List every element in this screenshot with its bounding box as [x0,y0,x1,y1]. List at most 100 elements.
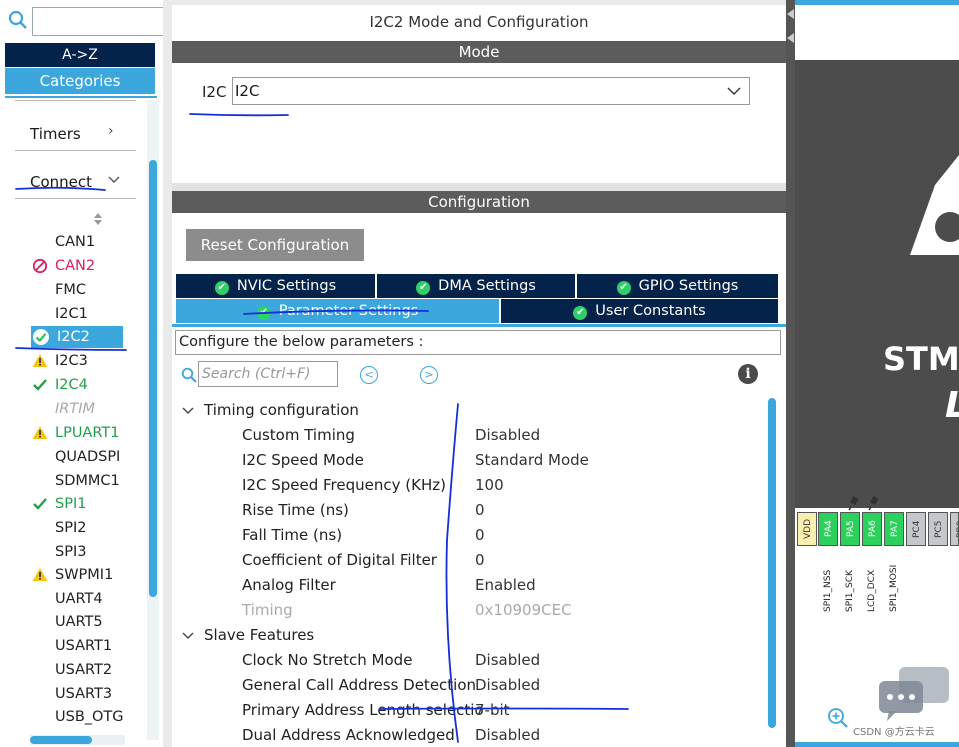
param-key: General Call Address Detection [242,676,477,694]
panel-splitter[interactable] [786,0,795,747]
warning-icon [32,426,48,439]
pin-pc5[interactable]: PC5 [928,512,948,546]
pin-pa6[interactable]: PA6 [862,512,882,546]
param-row[interactable]: Primary Address Length selectio 7-bit [172,698,772,723]
param-row[interactable]: Custom Timing Disabled [172,423,772,448]
peripheral-spi3[interactable]: SPI3 [55,541,86,563]
param-row[interactable]: Analog Filter Enabled [172,573,772,598]
param-value[interactable]: Disabled [475,423,540,448]
tree-hscroll-thumb[interactable] [30,736,92,744]
tab-label: User Constants [595,303,706,319]
section-timing-configuration[interactable]: Timing configuration [172,398,772,423]
peripheral-can2[interactable]: CAN2 [55,255,95,277]
peripheral-uart5[interactable]: UART5 [55,611,103,633]
search-icon[interactable] [181,367,197,383]
peripheral-can1[interactable]: CAN1 [55,231,95,253]
pin-pb0[interactable]: PB0 [950,512,959,546]
chevron-down-icon[interactable] [182,631,194,640]
watermark: CSDN @方云卡云 [853,727,935,738]
tab-gpio-settings[interactable]: ✔ GPIO Settings [577,274,778,298]
group-timers[interactable]: Timers [30,125,81,143]
param-value[interactable]: 7-bit [475,698,510,723]
peripheral-quadspi[interactable]: QUADSPI [55,446,120,468]
param-value[interactable]: Disabled [475,723,540,747]
param-row[interactable]: Coefficient of Digital Filter 0 [172,548,772,573]
param-row[interactable]: I2C Speed Mode Standard Mode [172,448,772,473]
bottom-accent [795,742,959,747]
param-value[interactable]: Enabled [475,573,536,598]
section-slave-features[interactable]: Slave Features [172,623,772,648]
param-value[interactable]: 0 [475,548,485,573]
previous-match-icon[interactable]: < [360,366,378,384]
peripheral-usb-otg[interactable]: USB_OTG [55,706,125,728]
tab-user-constants[interactable]: ✔ User Constants [501,299,778,323]
mode-configuration-panel: I2C2 Mode and Configuration Mode I2C I2C… [172,5,786,747]
sort-order-icon[interactable] [93,212,103,226]
param-row[interactable]: Clock No Stretch Mode Disabled [172,648,772,673]
categories-button[interactable]: Categories [5,68,155,94]
pin-vdd[interactable]: VDD [797,512,817,546]
param-row[interactable]: General Call Address Detection Disabled [172,673,772,698]
tab-dma-settings[interactable]: ✔ DMA Settings [377,274,575,298]
param-value[interactable]: 0 [475,523,485,548]
peripheral-lpuart1[interactable]: LPUART1 [55,422,119,444]
peripheral-spi1[interactable]: SPI1 [55,493,86,515]
info-icon[interactable]: i [738,364,758,384]
parameter-scrollbar-thumb[interactable] [768,398,776,728]
peripheral-usart3[interactable]: USART3 [55,683,112,705]
tree-scrollbar-thumb[interactable] [149,160,157,597]
peripheral-i2c4[interactable]: I2C4 [55,374,88,396]
param-row[interactable]: Dual Address Acknowledged Disabled [172,723,772,747]
chevron-down-icon[interactable] [182,406,194,415]
tab-label: GPIO Settings [638,278,739,294]
chevron-down-icon[interactable] [107,175,121,185]
peripheral-swpmi1[interactable]: SWPMI1 [55,564,113,586]
peripheral-i2c1[interactable]: I2C1 [55,303,88,325]
tab-nvic-settings[interactable]: ✔ NVIC Settings [176,274,375,298]
peripheral-irtim[interactable]: IRTIM [55,398,95,420]
param-row[interactable]: Fall Time (ns) 0 [172,523,772,548]
group-connect[interactable]: Connect [30,173,92,191]
peripheral-usart1[interactable]: USART1 [55,635,112,657]
pin-pa7[interactable]: PA7 [884,512,904,546]
peripheral-i2c3[interactable]: I2C3 [55,350,88,372]
pin-pa5[interactable]: PA5 [840,512,860,546]
peripheral-fmc[interactable]: FMC [55,279,86,301]
chat-bubble-icon [879,667,949,721]
param-value[interactable]: 0 [475,498,485,523]
collapse-arrows-icon[interactable] [786,8,795,46]
reset-configuration-button[interactable]: Reset Configuration [186,229,364,261]
pin-pc4[interactable]: PC4 [906,512,926,546]
param-value[interactable]: Disabled [475,673,540,698]
param-row[interactable]: I2C Speed Frequency (KHz) 100 [172,473,772,498]
search-icon[interactable] [8,10,28,30]
peripheral-search-input[interactable] [32,7,163,36]
tab-label: Parameter Settings [278,303,419,319]
peripheral-usart2[interactable]: USART2 [55,659,112,681]
param-row[interactable]: Rise Time (ns) 0 [172,498,772,523]
i2c-mode-select[interactable]: I2C [232,77,750,105]
zoom-in-icon[interactable] [827,707,849,729]
param-value[interactable]: Standard Mode [475,448,589,473]
check-circle-icon [33,329,49,345]
check-circle-icon: ✔ [416,281,431,295]
peripheral-sdmmc1[interactable]: SDMMC1 [55,470,120,492]
tab-underline [172,324,786,327]
param-value[interactable]: 100 [475,473,504,498]
section-title: Timing configuration [204,401,359,419]
parameter-search-input[interactable]: Search (Ctrl+F) [198,361,338,387]
mode-label: I2C [202,83,227,101]
param-key: Primary Address Length selectio [242,701,484,719]
chevron-down-icon[interactable] [727,86,741,96]
peripheral-uart4[interactable]: UART4 [55,588,103,610]
sort-az-button[interactable]: A->Z [5,43,155,67]
tab-parameter-settings[interactable]: ✔ Parameter Settings [176,299,499,323]
pin-pa4[interactable]: PA4 [818,512,838,546]
peripheral-spi2[interactable]: SPI2 [55,517,86,539]
pin-signal-label: SPI1_NSS [823,569,833,612]
chevron-right-icon[interactable]: › [108,123,114,139]
tab-label: NVIC Settings [236,278,337,294]
next-match-icon[interactable]: > [420,366,438,384]
parameters-hint: Configure the below parameters : [175,330,781,355]
param-value[interactable]: Disabled [475,648,540,673]
